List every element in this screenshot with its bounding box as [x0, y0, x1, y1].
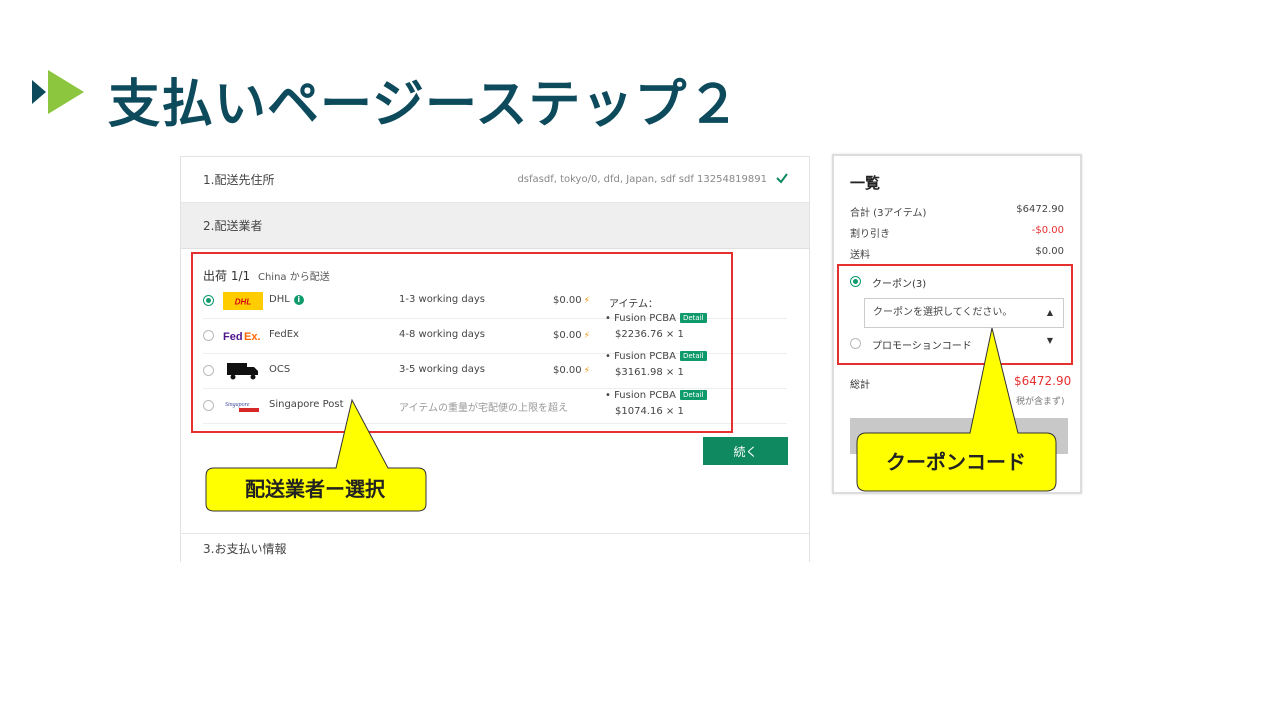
summary-title: 一覧	[850, 174, 881, 192]
step-label: 2.配送業者	[203, 219, 263, 233]
subtotal-row: 合計 (3アイテム) $6472.90	[850, 204, 1064, 219]
title-arrow-icon	[32, 70, 84, 114]
step-label: 3.お支払い情報	[203, 542, 287, 556]
shipping-value: $0.00	[1035, 246, 1064, 257]
slide-title: 支払いページーステップ２	[108, 75, 741, 135]
step-shipping-address[interactable]: 1.配送先住所 dsfasdf, tokyo/0, dfd, Japan, sd…	[181, 157, 809, 203]
shipping-address-summary: dsfasdf, tokyo/0, dfd, Japan, sdf sdf 13…	[517, 174, 767, 185]
step-carrier[interactable]: 2.配送業者	[181, 203, 809, 249]
callout-coupon-label: クーポンコード	[886, 450, 1026, 474]
callout-carrier-label: 配送業者ー選択	[245, 477, 385, 501]
subtotal-label: 合計 (3アイテム)	[850, 208, 927, 219]
shipping-row: 送料 $0.00	[850, 246, 1064, 261]
discount-label: 割り引き	[850, 229, 890, 240]
subtotal-value: $6472.90	[1016, 204, 1064, 215]
shipping-label: 送料	[850, 250, 870, 261]
continue-button[interactable]: 続く	[703, 437, 788, 465]
step-label: 1.配送先住所	[203, 173, 275, 187]
discount-row: 割り引き -$0.00	[850, 225, 1064, 240]
step-payment-info[interactable]: 3.お支払い情報	[181, 533, 809, 563]
check-icon	[776, 173, 788, 184]
discount-value: -$0.00	[1031, 225, 1064, 236]
